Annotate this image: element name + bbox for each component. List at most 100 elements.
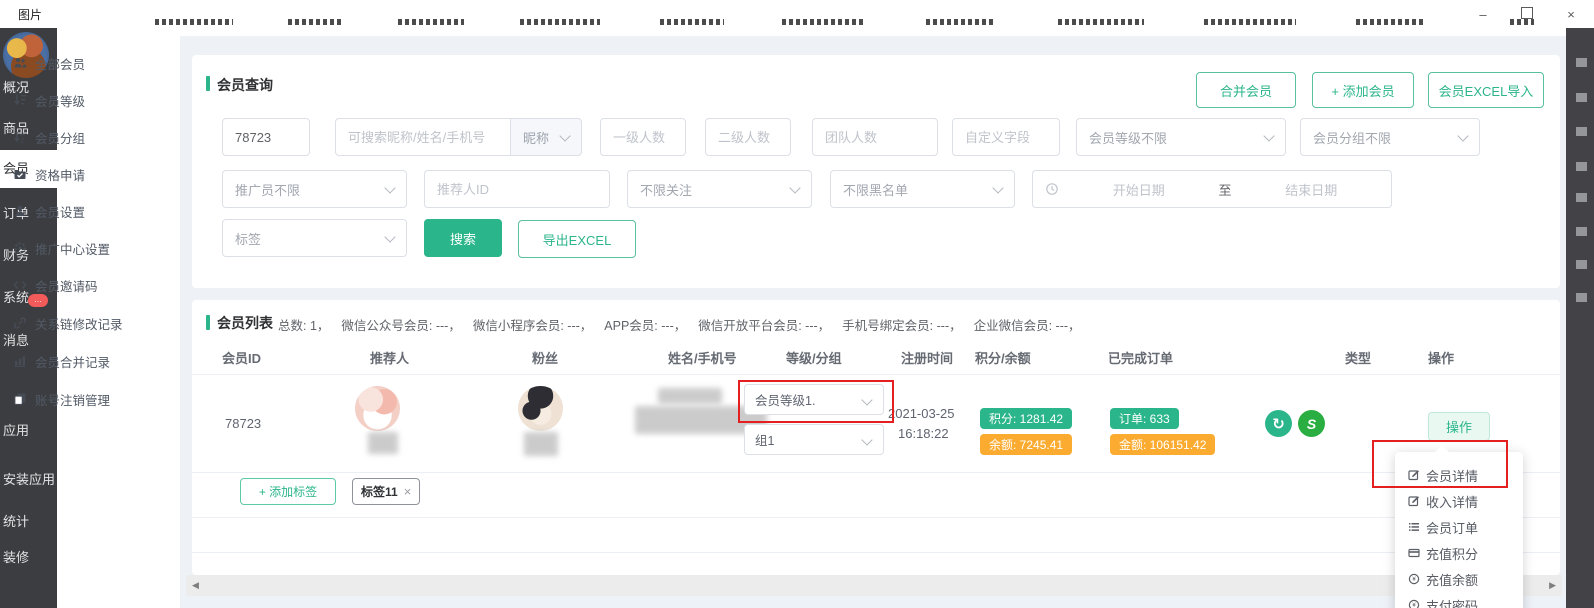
wechat-open-platform-icon: S xyxy=(1298,410,1325,437)
team-count-input[interactable] xyxy=(812,118,938,156)
sidebar-item-qualification[interactable]: 资格申请 xyxy=(0,157,123,191)
row-member-level-select[interactable]: 会员等级1. xyxy=(744,384,884,415)
stat-official-account: 微信公众号会员: ---， xyxy=(341,315,460,334)
row-member-group-select[interactable]: 组1 xyxy=(744,424,884,455)
second-level-count-input[interactable] xyxy=(705,118,791,156)
table-divider xyxy=(192,374,1560,375)
menu-label: 会员合并记录 xyxy=(35,352,110,371)
menu-item-member-detail[interactable]: 会员详情 xyxy=(1395,462,1523,488)
balance-badge: 余额: 7245.41 xyxy=(980,434,1072,455)
folder-check-icon xyxy=(13,167,27,181)
blacklist-value: 不限黑名单 xyxy=(843,180,908,199)
member-excel-import-button[interactable]: 会员EXCEL导入 xyxy=(1428,72,1544,108)
gear-icon xyxy=(13,241,27,255)
first-level-count-input[interactable] xyxy=(600,118,686,156)
table-divider xyxy=(192,552,1560,553)
column-header-completed-orders: 已完成订单 xyxy=(1108,348,1173,367)
sidebar-item-install-apps[interactable]: 安装应用 xyxy=(0,470,57,490)
sidebar-item-promotion-settings[interactable]: 推广中心设置 xyxy=(0,231,123,265)
member-stats: 总数: 1， 微信公众号会员: ---， 微信小程序会员: ---， APP会员… xyxy=(278,315,1081,334)
date-range-picker[interactable]: 开始日期 至 结束日期 xyxy=(1032,170,1392,208)
promoter-select[interactable]: 推广员不限 xyxy=(222,170,407,208)
chevron-down-icon xyxy=(861,434,872,445)
menu-item-recharge-points[interactable]: 充值积分 xyxy=(1395,540,1523,566)
menu-item-member-orders[interactable]: 会员订单 xyxy=(1395,514,1523,540)
keyword-field-select[interactable]: 昵称 xyxy=(510,118,582,156)
chevron-down-icon xyxy=(384,231,395,242)
menu-label: 会员等级 xyxy=(35,91,85,110)
add-member-button[interactable]: + 添加会员 xyxy=(1312,72,1414,108)
maximize-icon xyxy=(1521,7,1533,19)
menu-item-label: 会员订单 xyxy=(1426,518,1478,537)
column-header-points-balance: 积分/余额 xyxy=(975,348,1031,367)
date-end-placeholder[interactable]: 结束日期 xyxy=(1232,180,1392,199)
add-tag-button[interactable]: + 添加标签 xyxy=(240,478,336,505)
scroll-left-icon[interactable]: ◀ xyxy=(192,580,199,591)
member-level-value: 会员等级不限 xyxy=(1089,128,1167,147)
clipped-nav-fragment xyxy=(1058,19,1144,25)
chevron-down-icon xyxy=(1457,130,1468,141)
custom-field-input[interactable] xyxy=(952,118,1060,156)
menu-item-income-detail[interactable]: 收入详情 xyxy=(1395,488,1523,514)
fan-avatar xyxy=(518,386,563,431)
menu-item-label: 充值积分 xyxy=(1426,544,1478,563)
clipped-nav-fragment xyxy=(288,19,344,25)
orders-badge: 订单: 633 xyxy=(1110,408,1179,429)
maximize-button[interactable] xyxy=(1518,7,1536,22)
stat-open-platform: 微信开放平台会员: ---， xyxy=(698,315,830,334)
stat-app: APP会员: ---， xyxy=(604,315,686,334)
sidebar-item-merge-records[interactable]: 会员合并记录 xyxy=(0,344,123,378)
member-group-value: 会员分组不限 xyxy=(1313,128,1391,147)
menu-item-pay-password[interactable]: ¥ 支付密码 xyxy=(1395,592,1523,608)
member-id-input[interactable] xyxy=(222,118,310,156)
sidebar-item-all-members[interactable]: 全部会员 xyxy=(0,46,123,80)
referrer-id-input[interactable] xyxy=(424,170,610,208)
chevron-down-icon xyxy=(789,182,800,193)
member-group-select[interactable]: 会员分组不限 xyxy=(1300,118,1480,156)
keyword-input[interactable] xyxy=(335,118,510,156)
sidebar-item-relation-records[interactable]: 关系链修改记录 xyxy=(0,306,123,340)
sidebar-item-decoration[interactable]: 装修 xyxy=(0,548,57,568)
search-button[interactable]: 搜索 xyxy=(424,219,502,257)
query-card-title: 会员查询 xyxy=(217,75,273,95)
amount-badge: 金额: 106151.42 xyxy=(1110,434,1215,455)
clipped-text-fragment xyxy=(1576,227,1587,236)
blacklist-select[interactable]: 不限黑名单 xyxy=(830,170,1015,208)
stat-mini-program: 微信小程序会员: ---， xyxy=(473,315,592,334)
close-button[interactable]: × xyxy=(1562,7,1580,22)
menu-item-label: 支付密码 xyxy=(1426,596,1478,608)
stat-work-wechat: 企业微信会员: ---， xyxy=(974,315,1081,334)
column-header-member-id: 会员ID xyxy=(222,348,261,367)
column-header-name-phone: 姓名/手机号 xyxy=(668,348,737,367)
horizontal-scrollbar[interactable]: ◀ ▶ xyxy=(186,575,1562,596)
sort-level-icon xyxy=(13,93,27,107)
date-start-placeholder[interactable]: 开始日期 xyxy=(1059,180,1219,199)
promoter-value: 推广员不限 xyxy=(235,180,300,199)
tag-close-icon[interactable]: × xyxy=(404,484,412,499)
follow-value: 不限关注 xyxy=(640,180,692,199)
row-action-button[interactable]: 操作 xyxy=(1428,412,1490,441)
tag-select[interactable]: 标签 xyxy=(222,219,407,257)
menu-item-recharge-balance[interactable]: ¥ 充值余额 xyxy=(1395,566,1523,592)
column-header-actions: 操作 xyxy=(1428,348,1454,367)
member-level-select[interactable]: 会员等级不限 xyxy=(1076,118,1286,156)
svg-text:¥: ¥ xyxy=(1412,603,1416,608)
points-badge: 积分: 1281.42 xyxy=(980,408,1072,429)
sidebar-item-statistics[interactable]: 统计 xyxy=(0,512,57,532)
sidebar-item-member-levels[interactable]: 会员等级 xyxy=(0,83,123,117)
row-member-group-value: 组1 xyxy=(755,430,774,449)
sidebar-item-account-cancellation[interactable]: 账号注销管理 xyxy=(0,382,123,416)
scroll-right-icon[interactable]: ▶ xyxy=(1549,580,1556,591)
chevron-down-icon xyxy=(559,130,570,141)
sidebar-item-member-settings[interactable]: 会员设置 xyxy=(0,194,123,228)
tag-chip: 标签11 × xyxy=(352,478,420,505)
clipped-nav-fragment xyxy=(660,19,724,25)
sidebar-item-apps[interactable]: 应用 xyxy=(0,421,57,441)
follow-select[interactable]: 不限关注 xyxy=(627,170,812,208)
sidebar-item-member-groups[interactable]: AZ 会员分组 xyxy=(0,120,123,154)
sidebar-item-invite-code[interactable]: 会员邀请码 xyxy=(0,268,123,302)
minimize-button[interactable]: – xyxy=(1474,7,1492,22)
export-excel-button[interactable]: 导出EXCEL xyxy=(518,220,636,258)
clipped-text-fragment xyxy=(1576,162,1587,171)
merge-members-button[interactable]: 合并会员 xyxy=(1196,72,1296,108)
